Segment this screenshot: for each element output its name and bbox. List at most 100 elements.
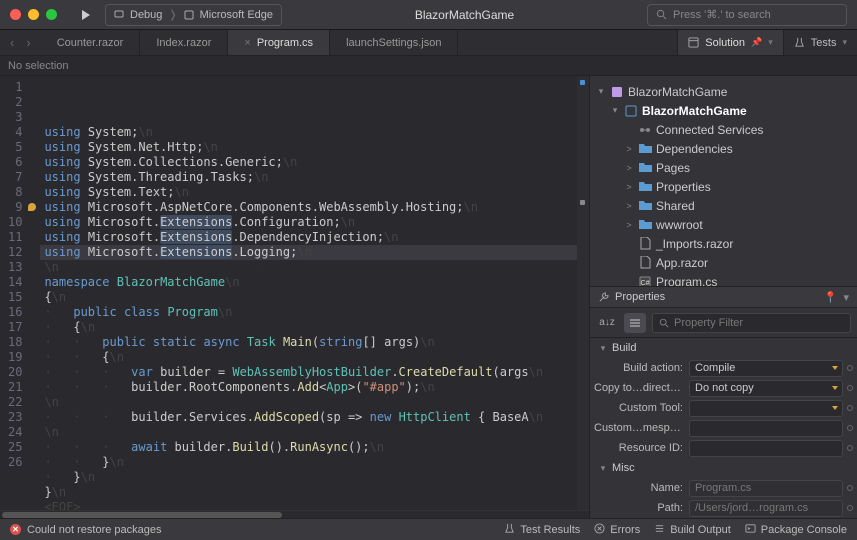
run-button[interactable] — [75, 4, 97, 26]
code-line[interactable]: · }\n — [40, 470, 577, 485]
close-tab-button[interactable]: × — [244, 37, 250, 49]
code-line[interactable]: <EOF> — [40, 500, 577, 510]
property-input[interactable] — [689, 440, 843, 457]
maximize-window-button[interactable] — [46, 9, 57, 20]
run-configuration-selector[interactable]: Debug ❭ Microsoft Edge — [105, 4, 282, 26]
status-error-message[interactable]: ✕ Could not restore packages — [10, 524, 162, 536]
sort-alpha-button[interactable]: a↓z — [596, 313, 618, 333]
tree-twisty-icon[interactable]: > — [624, 163, 634, 173]
marker-strip[interactable] — [577, 76, 589, 510]
code-line[interactable]: · public class Program\n — [40, 305, 577, 320]
property-marker-icon[interactable] — [847, 365, 853, 371]
pin-icon[interactable]: 📌 — [751, 37, 762, 48]
code-line[interactable]: using System.Threading.Tasks;\n — [40, 170, 577, 185]
chevron-down-icon[interactable]: ▾ — [842, 37, 847, 48]
code-line[interactable]: }\n — [40, 485, 577, 500]
tree-twisty-icon[interactable]: > — [624, 144, 634, 154]
code-line[interactable]: · · · builder.RootComponents.Add<App>("#… — [40, 380, 577, 395]
property-marker-icon[interactable] — [847, 425, 853, 431]
chevron-down-icon[interactable]: ▾ — [843, 291, 849, 304]
property-input[interactable]: Program.cs — [689, 480, 843, 497]
editor-tab[interactable]: launchSettings.json — [330, 30, 458, 55]
code-line[interactable]: \n — [40, 395, 577, 410]
line-number: 22 — [8, 395, 22, 410]
code-line[interactable]: · {\n — [40, 320, 577, 335]
code-line[interactable]: \n — [40, 260, 577, 275]
tree-item[interactable]: >wwwroot — [590, 215, 857, 234]
status-pad-button[interactable]: Test Results — [504, 523, 580, 537]
editor-tab[interactable]: Counter.razor — [41, 30, 141, 55]
pin-icon[interactable]: 📍 — [824, 291, 838, 304]
property-filter-input[interactable]: Property Filter — [652, 313, 851, 333]
code-line[interactable]: using System.Collections.Generic;\n — [40, 155, 577, 170]
status-pad-button[interactable]: Errors — [594, 523, 640, 537]
code-line[interactable]: using Microsoft.Extensions.DependencyInj… — [40, 230, 577, 245]
property-marker-icon[interactable] — [847, 405, 853, 411]
code-line[interactable]: · · }\n — [40, 455, 577, 470]
tree-item[interactable]: App.razor — [590, 253, 857, 272]
code-editor[interactable]: 1234567891011121314151617181920212223242… — [0, 76, 589, 510]
code-line[interactable]: · · · var builder = WebAssemblyHostBuild… — [40, 365, 577, 380]
property-marker-icon[interactable] — [847, 385, 853, 391]
nav-back-button[interactable]: ‹ — [6, 33, 18, 52]
code-line[interactable]: using Microsoft.AspNetCore.Components.We… — [40, 200, 577, 215]
tree-item[interactable]: _Imports.razor — [590, 234, 857, 253]
tree-twisty-icon[interactable]: > — [624, 182, 634, 192]
scrollbar-thumb[interactable] — [2, 512, 282, 518]
code-content[interactable]: using System;\nusing System.Net.Http;\nu… — [40, 76, 577, 510]
code-line[interactable]: namespace BlazorMatchGame\n — [40, 275, 577, 290]
tree-item[interactable]: >Pages — [590, 158, 857, 177]
tree-item[interactable]: >Shared — [590, 196, 857, 215]
tree-twisty-icon[interactable]: > — [624, 201, 634, 211]
close-window-button[interactable] — [10, 9, 21, 20]
code-line[interactable]: · · · await builder.Build().RunAsync();\… — [40, 440, 577, 455]
code-line[interactable]: \n — [40, 425, 577, 440]
solution-panel-tab[interactable]: Solution 📌 ▾ — [677, 30, 783, 55]
solution-explorer-tree[interactable]: ▾BlazorMatchGame▾BlazorMatchGameConnecte… — [590, 76, 857, 286]
nav-forward-button[interactable]: › — [22, 33, 34, 52]
tree-item[interactable]: Connected Services — [590, 120, 857, 139]
beaker-icon — [794, 37, 805, 48]
horizontal-scrollbar[interactable] — [0, 510, 589, 518]
code-line[interactable]: · · · builder.Services.AddScoped(sp => n… — [40, 410, 577, 425]
global-search-box[interactable]: Press '⌘.' to search — [647, 4, 847, 26]
tree-item[interactable]: ▾BlazorMatchGame — [590, 101, 857, 120]
editor-tab[interactable]: ×Program.cs — [228, 30, 330, 55]
marker-indicator[interactable] — [580, 80, 585, 85]
minimize-window-button[interactable] — [28, 9, 39, 20]
tree-item[interactable]: ▾BlazorMatchGame — [590, 82, 857, 101]
code-line[interactable]: using System.Text;\n — [40, 185, 577, 200]
property-dropdown[interactable] — [689, 400, 843, 417]
property-marker-icon[interactable] — [847, 445, 853, 451]
code-line[interactable]: · · public static async Task Main(string… — [40, 335, 577, 350]
property-dropdown[interactable]: Do not copy — [689, 380, 843, 397]
tree-twisty-icon[interactable]: > — [624, 220, 634, 230]
editor-tab[interactable]: Index.razor — [140, 30, 228, 55]
code-line[interactable]: {\n — [40, 290, 577, 305]
tree-item[interactable]: C#Program.cs — [590, 272, 857, 286]
code-line[interactable]: using Microsoft.Extensions.Configuration… — [40, 215, 577, 230]
breadcrumb[interactable]: No selection — [0, 56, 857, 76]
property-input[interactable] — [689, 420, 843, 437]
code-line[interactable]: · · {\n — [40, 350, 577, 365]
marker-indicator[interactable] — [580, 200, 585, 205]
tree-twisty-icon[interactable]: ▾ — [610, 105, 620, 116]
status-pad-button[interactable]: Build Output — [654, 523, 731, 537]
tree-twisty-icon[interactable]: ▾ — [596, 86, 606, 97]
chevron-down-icon[interactable]: ▾ — [768, 37, 773, 48]
property-dropdown[interactable]: Compile — [689, 360, 843, 377]
property-group-header[interactable]: ▾Build — [590, 338, 857, 358]
tree-item-label: Properties — [656, 180, 711, 194]
property-marker-icon[interactable] — [847, 485, 853, 491]
tests-panel-tab[interactable]: Tests ▾ — [783, 30, 857, 55]
code-line[interactable]: using System;\n — [40, 125, 577, 140]
code-line[interactable]: using System.Net.Http;\n — [40, 140, 577, 155]
status-pad-button[interactable]: Package Console — [745, 523, 847, 537]
property-input[interactable]: /Users/jord…rogram.cs — [689, 500, 843, 517]
tree-item[interactable]: > Properties — [590, 177, 857, 196]
code-line[interactable]: using Microsoft.Extensions.Logging;\n — [40, 245, 577, 260]
property-group-header[interactable]: ▾Misc — [590, 458, 857, 478]
tree-item[interactable]: >Dependencies — [590, 139, 857, 158]
sort-category-button[interactable] — [624, 313, 646, 333]
property-marker-icon[interactable] — [847, 505, 853, 511]
